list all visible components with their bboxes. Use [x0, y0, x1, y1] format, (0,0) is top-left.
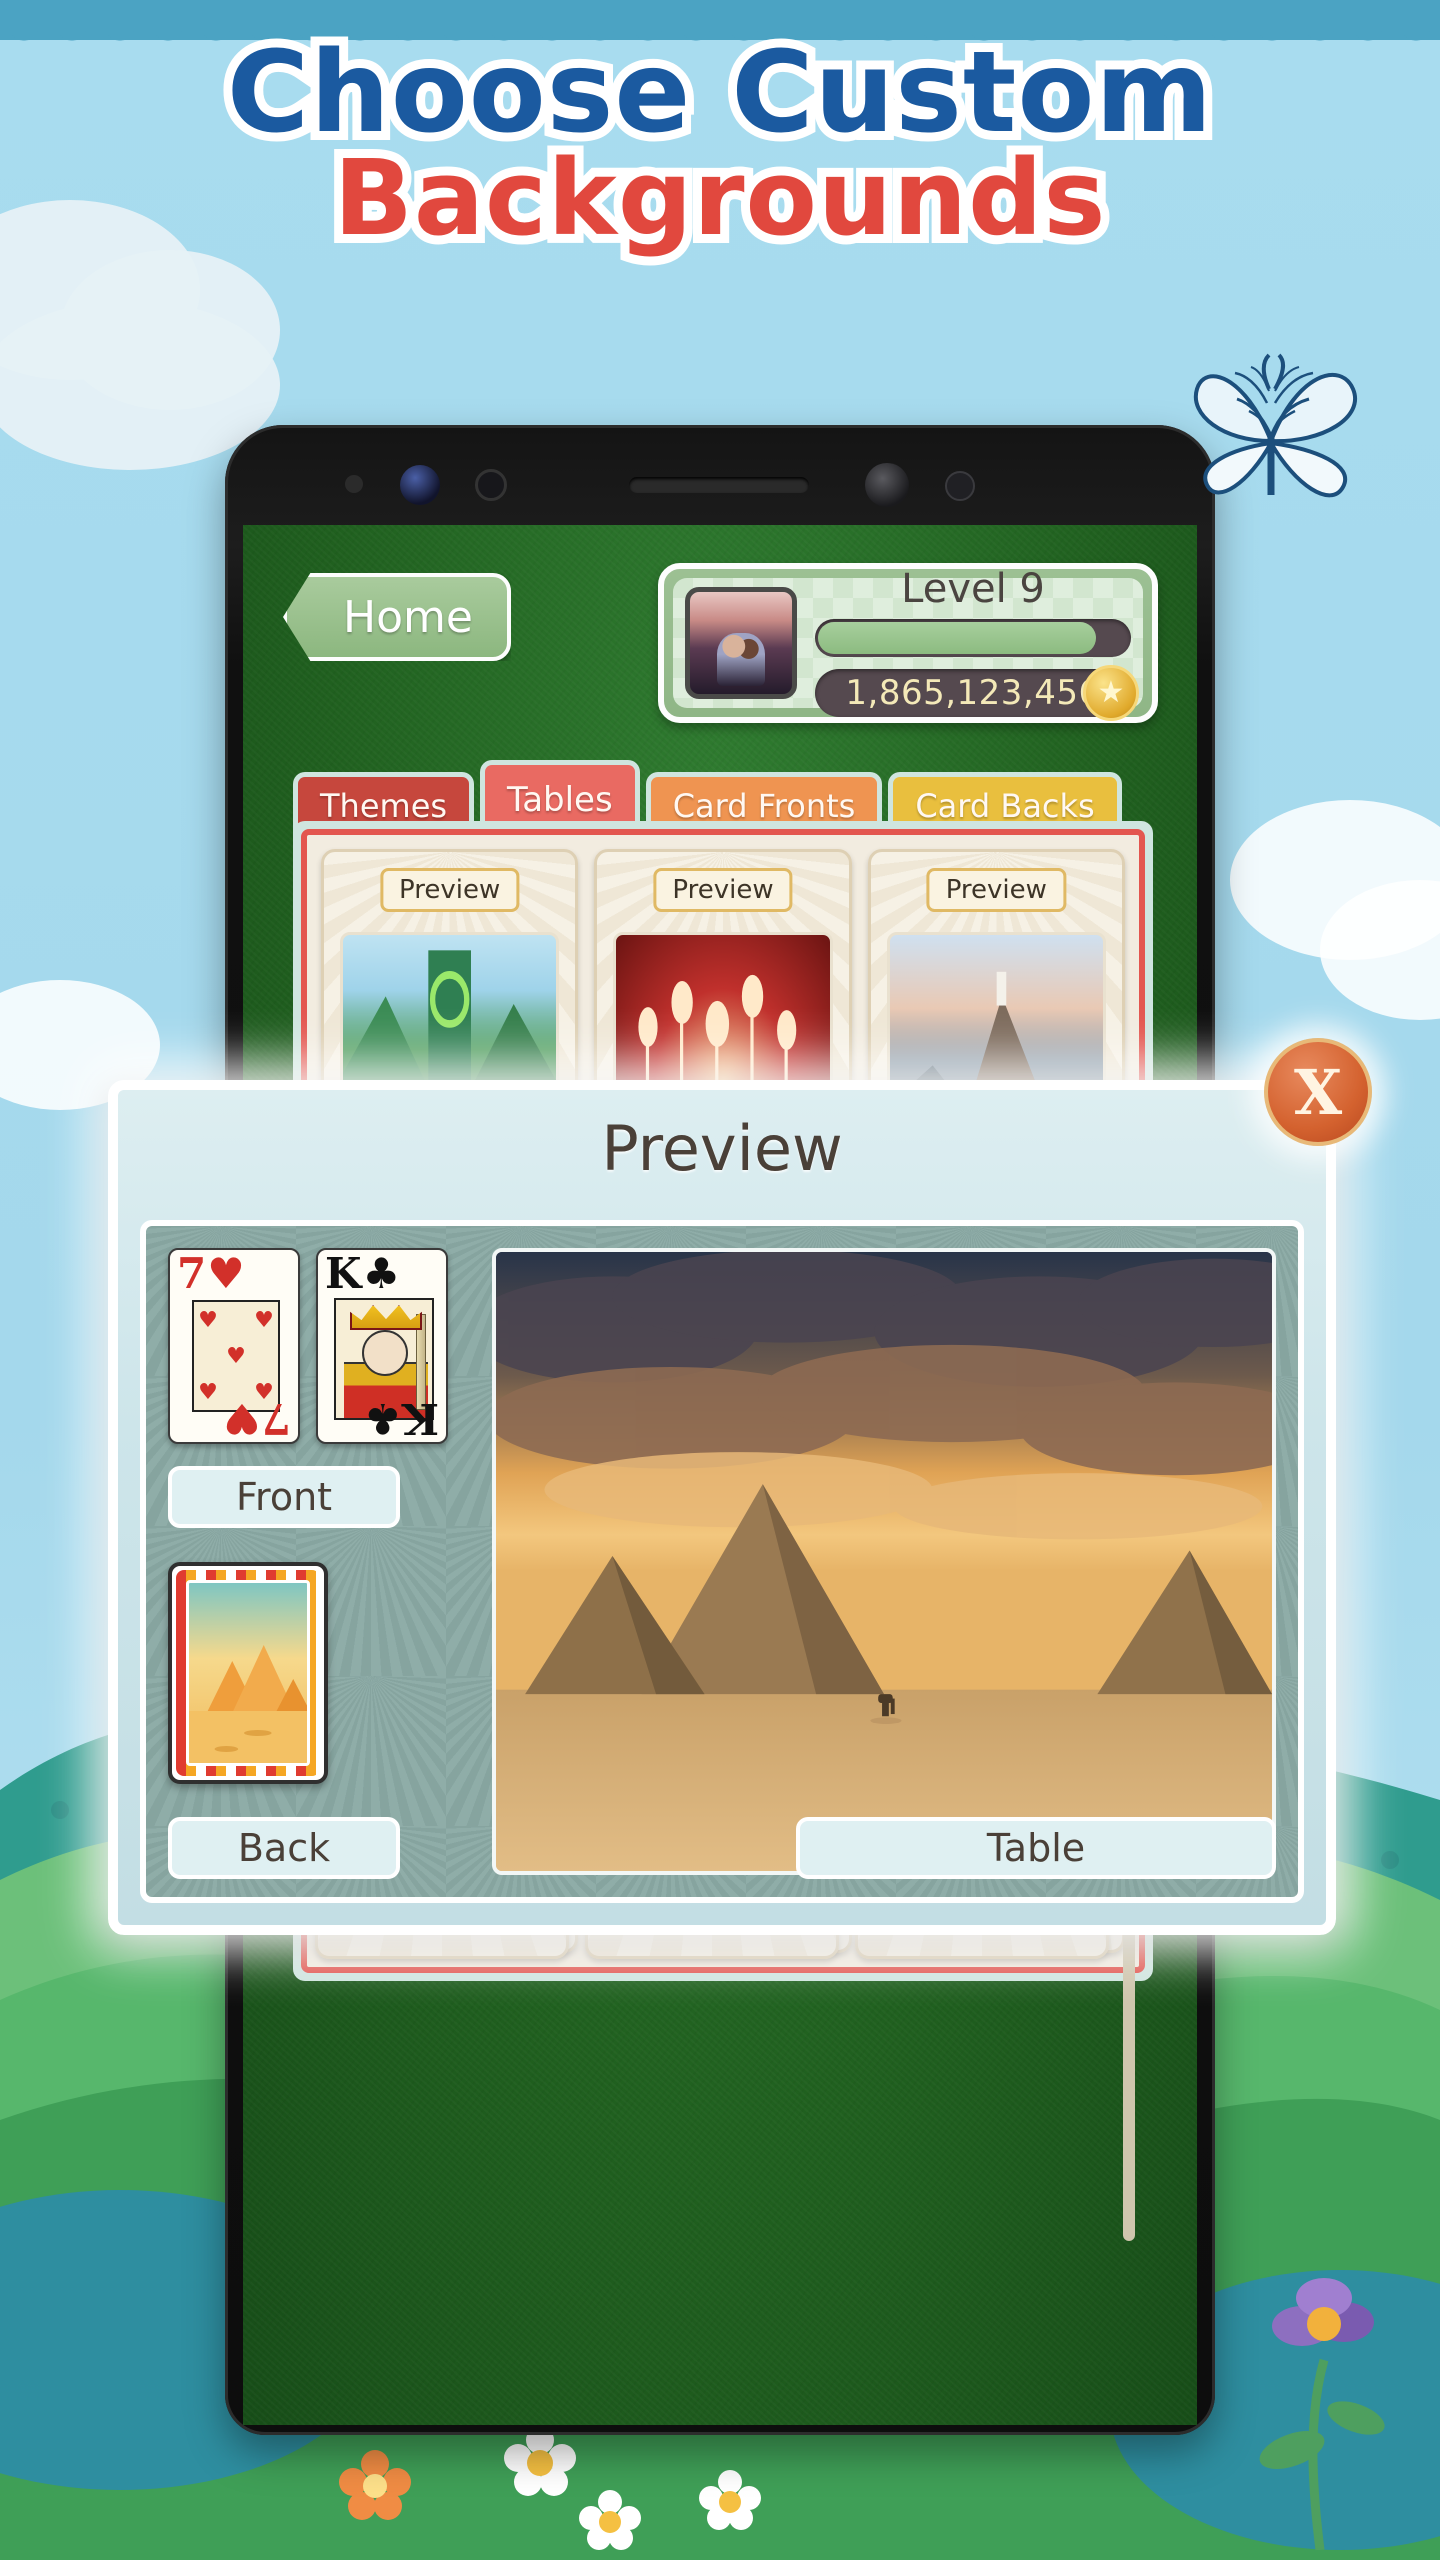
pyramids-sunset-art	[496, 1252, 1272, 1871]
card-rank: K	[325, 1249, 362, 1298]
xp-progress-bar	[815, 619, 1131, 657]
hearts-icon: ♥	[207, 1249, 245, 1298]
table-button[interactable]: Table	[796, 1817, 1276, 1879]
dialog-body: 7 ♥ ♥ ♥ ♥ ♥ ♥ 7 ♥ K ♣ K ♣ Front Back Tab…	[140, 1220, 1304, 1903]
preview-button[interactable]: Preview	[380, 868, 520, 912]
home-button[interactable]: Home	[283, 573, 511, 661]
front-camera-icon	[400, 465, 440, 505]
tab-themes-label: Themes	[320, 786, 448, 825]
table-background-preview[interactable]	[492, 1248, 1276, 1875]
playing-card-7-hearts[interactable]: 7 ♥ ♥ ♥ ♥ ♥ ♥ 7 ♥	[168, 1248, 300, 1444]
clubs-icon: ♣	[363, 1394, 402, 1443]
preview-button[interactable]: Preview	[653, 868, 793, 912]
page-title: Choose Custom Backgrounds	[0, 28, 1440, 260]
front-button[interactable]: Front	[168, 1466, 400, 1528]
card-back-sample[interactable]	[168, 1562, 328, 1784]
headline-line-2: Backgrounds	[325, 137, 1115, 260]
back-button[interactable]: Back	[168, 1817, 400, 1879]
pyramids-art	[189, 1645, 307, 1763]
dialog-bottom-actions: Back Table	[168, 1817, 1276, 1879]
sensor-dot	[945, 471, 975, 501]
playing-card-king-clubs[interactable]: K ♣ K ♣	[316, 1248, 448, 1444]
card-rank: 7	[261, 1394, 291, 1443]
front-button-label: Front	[235, 1475, 333, 1519]
daisy-flower-icon	[579, 2490, 641, 2550]
tab-tables-label: Tables	[507, 779, 613, 820]
card-front-samples[interactable]: 7 ♥ ♥ ♥ ♥ ♥ ♥ 7 ♥ K ♣ K ♣	[168, 1248, 468, 1444]
hearts-icon: ♥	[223, 1394, 261, 1443]
proximity-sensor	[865, 463, 909, 507]
level-label: Level 9	[901, 566, 1045, 612]
preview-button[interactable]: Preview	[926, 868, 1066, 912]
butterfly-icon	[1193, 353, 1357, 498]
player-status-panel[interactable]: Level 9 1,865,123,456 ★	[658, 563, 1158, 723]
purple-flower-icon	[1259, 2278, 1385, 2550]
sensor-dot	[345, 475, 363, 493]
coin-amount: 1,865,123,456	[845, 673, 1101, 713]
close-icon[interactable]: X	[1264, 1038, 1372, 1146]
clubs-icon: ♣	[362, 1249, 401, 1298]
card-rank: 7	[177, 1249, 207, 1298]
home-button-label: Home	[343, 591, 473, 643]
card-rank: K	[402, 1394, 439, 1443]
back-button-label: Back	[237, 1826, 331, 1870]
daisy-flower-icon	[699, 2470, 761, 2530]
preview-dialog: X Preview 7 ♥ ♥ ♥ ♥ ♥ ♥ 7 ♥ K ♣ K ♣ Fron…	[108, 1038, 1372, 1935]
phone-earpiece	[629, 477, 809, 493]
preview-left-column: 7 ♥ ♥ ♥ ♥ ♥ ♥ 7 ♥ K ♣ K ♣ Front	[168, 1248, 468, 1875]
orange-flower-icon	[339, 2450, 411, 2520]
avatar[interactable]	[685, 587, 797, 699]
sensor-ring	[475, 469, 507, 501]
tab-card-fronts-label: Card Fronts	[672, 786, 856, 825]
headline-line-1: Choose Custom	[218, 28, 1221, 158]
star-coin-icon: ★	[1083, 665, 1139, 721]
table-button-label: Table	[986, 1826, 1086, 1870]
coin-balance: 1,865,123,456 ★	[815, 665, 1139, 721]
tab-card-backs-label: Card Backs	[915, 786, 1095, 825]
dialog-title: Preview	[601, 1112, 843, 1185]
